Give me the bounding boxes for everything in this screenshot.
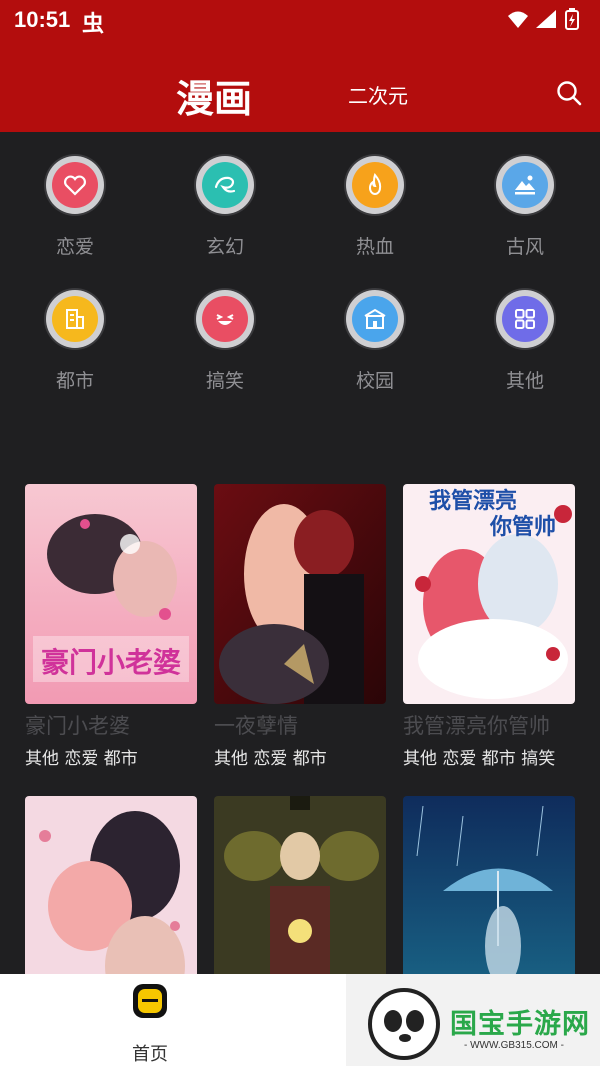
home-icon [133, 984, 167, 1018]
search-icon[interactable] [556, 80, 582, 106]
app-header: 10:51 虫 漫画 二次元 [0, 0, 600, 132]
panda-logo-icon [368, 988, 440, 1060]
debug-bug-icon: 虫 [82, 12, 105, 37]
nav-home-label: 首页 [132, 1044, 168, 1065]
status-time: 10:51 [14, 7, 71, 32]
category-label: 古风 [505, 236, 544, 258]
category-funny-button[interactable] [196, 290, 254, 348]
category-label: 校园 [355, 370, 394, 392]
category-romance-button[interactable] [46, 156, 104, 214]
comic-cover[interactable] [214, 484, 386, 704]
watermark: 国宝手游网 - WWW.GB315.COM - [346, 974, 600, 1066]
comic-cover[interactable]: 我管漂亮 你管帅 [403, 484, 575, 704]
status-icons [508, 8, 579, 30]
cover-title-line1: 我管漂亮 [429, 488, 517, 514]
comic-tags: 其他 恋爱 都市 搞笑 [403, 749, 556, 769]
category-label: 热血 [355, 236, 394, 258]
flame-icon [352, 162, 398, 208]
category-label: 恋爱 [55, 236, 94, 258]
category-label: 玄幻 [205, 236, 244, 258]
status-bar: 10:51 虫 [0, 0, 600, 40]
comic-cover[interactable]: 豪门小老婆 [25, 484, 197, 704]
comic-title[interactable]: 豪门小老婆 [25, 710, 225, 740]
category-other[interactable]: 其他 [465, 290, 585, 410]
category-ancient-button[interactable] [496, 156, 554, 214]
building-icon [52, 296, 98, 342]
category-urban-button[interactable] [46, 290, 104, 348]
category-other-button[interactable] [496, 290, 554, 348]
category-ancient[interactable]: 古风 [465, 156, 585, 276]
category-label: 其他 [505, 370, 544, 392]
category-fantasy[interactable]: 玄幻 [165, 156, 285, 276]
category-funny[interactable]: 搞笑 [165, 290, 285, 410]
cover-title: 豪门小老婆 [41, 646, 181, 679]
signal-icon [536, 10, 556, 28]
page-title: 漫画 [176, 77, 253, 121]
comic-title[interactable]: 一夜孽情 [214, 710, 414, 740]
category-hotblood[interactable]: 热血 [315, 156, 435, 276]
wifi-icon [508, 11, 528, 28]
category-fantasy-button[interactable] [196, 156, 254, 214]
category-urban[interactable]: 都市 [15, 290, 135, 410]
category-label: 搞笑 [205, 370, 244, 392]
category-campus-button[interactable] [346, 290, 404, 348]
nav-home[interactable]: 首页 [120, 984, 180, 1065]
watermark-url: - WWW.GB315.COM - [464, 1040, 564, 1051]
swirl-icon [202, 162, 248, 208]
mountain-icon [502, 162, 548, 208]
category-hotblood-button[interactable] [346, 156, 404, 214]
watermark-brand: 国宝手游网 [450, 1009, 590, 1040]
laugh-face-icon [202, 296, 248, 342]
category-label: 都市 [55, 370, 94, 392]
comic-tags: 其他 恋爱 都市 [25, 749, 138, 769]
grid-icon [502, 296, 548, 342]
school-icon [352, 296, 398, 342]
cover-title-line2: 你管帅 [489, 514, 556, 540]
tab-erciyuan[interactable]: 二次元 [348, 80, 408, 109]
heart-icon [52, 162, 98, 208]
comic-tags: 其他 恋爱 都市 [214, 749, 327, 769]
category-campus[interactable]: 校园 [315, 290, 435, 410]
comic-title[interactable]: 我管漂亮你管帅 [403, 710, 600, 740]
category-romance[interactable]: 恋爱 [15, 156, 135, 276]
